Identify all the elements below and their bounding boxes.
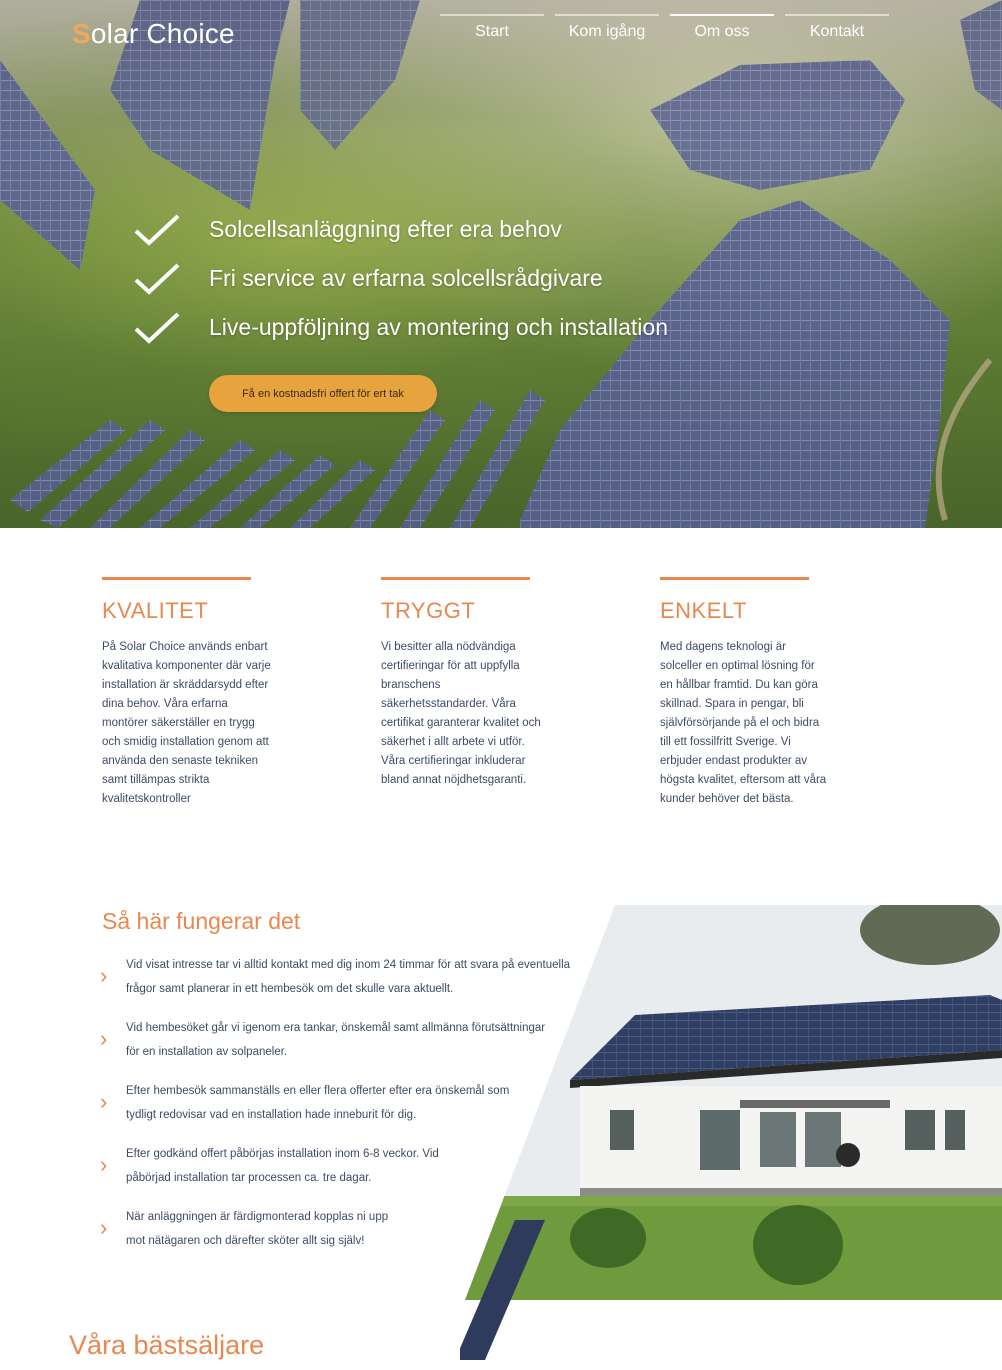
logo-rest: olar Choice [90,18,235,49]
feature-divider [102,577,251,580]
step-text: Efter hembesök sammanställs en eller fle… [126,1085,510,1121]
feature-text: Med dagens teknologi är solceller en opt… [660,641,827,805]
hero-bullet: Solcellsanläggning efter era behov [133,205,668,254]
nav-om-oss[interactable]: Om oss [670,14,774,41]
feature-quality: KVALITET På Solar Choice används enbart … [102,577,282,809]
free-quote-button[interactable]: Få en kostnadsfri offert för ert tak [209,375,437,412]
chevron-right-icon: › [100,1026,108,1051]
chevron-right-icon: › [100,963,108,988]
checkmark-icon [134,312,180,344]
feature-divider [660,577,809,580]
hero-bullet: Live-uppföljning av montering och instal… [133,303,668,352]
feature-simple: ENKELT Med dagens teknologi är solceller… [660,577,840,809]
main-nav: Start Kom igång Om oss Kontakt [440,14,900,41]
hero-bullet: Fri service av erfarna solcellsrådgivare [133,254,668,303]
hero-bullet-text: Solcellsanläggning efter era behov [209,216,562,242]
hero-bullets: Solcellsanläggning efter era behov Fri s… [133,205,668,352]
nav-kom-igang[interactable]: Kom igång [555,14,659,41]
chevron-right-icon: › [100,1152,108,1177]
logo[interactable]: Solar Choice [72,18,235,50]
feature-title: TRYGGT [381,598,476,623]
chevron-right-icon: › [100,1215,108,1240]
bestsellers-title: Våra bästsäljare [69,1330,265,1360]
how-it-works-title: Så här fungerar det [102,908,301,934]
step-text: Efter godkänd offert påbörjas installati… [126,1148,439,1184]
hero-bullet-text: Fri service av erfarna solcellsrådgivare [209,265,603,291]
hero-bullet-text: Live-uppföljning av montering och instal… [209,314,669,340]
feature-divider [381,577,530,580]
checkmark-icon [134,263,180,295]
feature-title: ENKELT [660,598,747,623]
logo-initial: S [72,18,91,49]
house-with-solar-panels-image [460,905,1002,1360]
step-text: När anläggningen är färdigmonterad koppl… [126,1211,389,1247]
feature-text: På Solar Choice används enbart kvalitati… [102,641,271,805]
nav-start[interactable]: Start [440,14,544,41]
nav-kontakt[interactable]: Kontakt [785,14,889,41]
feature-safe: TRYGGT Vi besitter alla nödvändiga certi… [381,577,561,790]
chevron-right-icon: › [100,1089,108,1114]
checkmark-icon [134,214,180,246]
feature-text: Vi besitter alla nödvändiga certifiering… [381,641,541,786]
feature-title: KVALITET [102,598,209,623]
hero-banner: Solar Choice Start Kom igång Om oss Kont… [0,0,1002,528]
